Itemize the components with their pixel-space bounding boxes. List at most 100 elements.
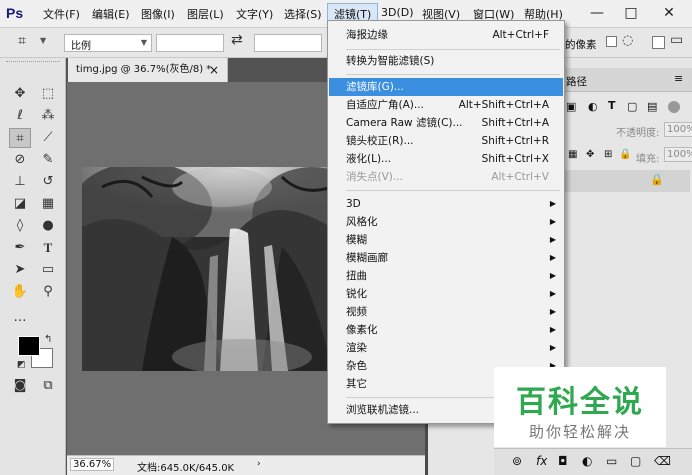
swap-colors-icon[interactable]: ↰	[44, 334, 52, 345]
filter-type-icon[interactable]: T	[608, 99, 616, 112]
panel-icon[interactable]: ▭	[670, 32, 683, 48]
screen-mode-icon[interactable]: ⧉	[37, 376, 59, 396]
menu-item-pixelate[interactable]: 像素化 ▶	[329, 321, 563, 339]
menu-item-lens-correction[interactable]: 镜头校正(R)... Shift+Ctrl+R	[329, 132, 563, 150]
default-colors-icon[interactable]: ◩	[17, 360, 26, 370]
close-window-button[interactable]: ✕	[656, 0, 682, 26]
swap-icon[interactable]: ⇄	[231, 32, 243, 48]
rectangle-icon[interactable]: ▭	[37, 260, 59, 280]
fx-icon[interactable]: fx	[536, 454, 547, 468]
stamp-icon[interactable]: ⊥	[9, 172, 31, 192]
lock-artboard-icon[interactable]: ⊞	[604, 149, 612, 160]
foreground-color[interactable]	[18, 336, 40, 356]
more-tools-icon[interactable]: …	[9, 308, 31, 328]
ratio-select[interactable]: 比例 ▼	[64, 34, 152, 52]
gradient-icon[interactable]: ▦	[37, 194, 59, 214]
menu-item-poster-edges[interactable]: 海报边缘 Alt+Ctrl+F	[329, 26, 563, 44]
filter-shape-icon[interactable]: ▢	[627, 100, 637, 113]
pen-icon[interactable]: ✒	[9, 238, 31, 258]
zoom-level[interactable]: 36.67%	[70, 458, 115, 471]
filter-image-icon[interactable]: ▣	[566, 100, 576, 113]
fill-input[interactable]: 100%	[664, 147, 692, 162]
opacity-input[interactable]: 100%	[664, 122, 692, 137]
submenu-arrow-icon: ▶	[549, 271, 556, 280]
crop-icon[interactable]: ⌗	[18, 33, 26, 49]
photoshop-logo: Ps	[6, 5, 24, 21]
filter-adjust-icon[interactable]: ◐	[588, 100, 598, 113]
menu-item-sharpen[interactable]: 锐化 ▶	[329, 285, 563, 303]
group-icon[interactable]: ▭	[606, 454, 617, 468]
menu-3d[interactable]: 3D(D)	[381, 6, 414, 19]
quick-mask-icon[interactable]: ◙	[9, 376, 31, 396]
chevron-right-icon[interactable]: ›	[257, 459, 261, 469]
menu-item-render[interactable]: 渲染 ▶	[329, 339, 563, 357]
blur-icon[interactable]: ◊	[9, 216, 31, 236]
brush-icon[interactable]: ✎	[37, 150, 59, 170]
settings-icon[interactable]: ◌	[622, 33, 633, 48]
fill-label: 填充:	[636, 154, 660, 165]
waterfall-image[interactable]	[82, 167, 352, 371]
path-select-icon[interactable]: ➤	[9, 260, 31, 280]
menu-item-stylize[interactable]: 风格化 ▶	[329, 213, 563, 231]
tab-paths[interactable]: 路径	[566, 74, 587, 89]
lock-position-icon[interactable]: ✥	[586, 149, 594, 160]
panel-menu-icon[interactable]: ≡	[674, 72, 683, 85]
submenu-arrow-icon: ▶	[549, 235, 556, 244]
menu-item-blur-gallery[interactable]: 模糊画廊 ▶	[329, 249, 563, 267]
menu-item-adaptive-wide-angle[interactable]: 自适应广角(A)... Alt+Shift+Ctrl+A	[329, 96, 563, 114]
menu-item-blur[interactable]: 模糊 ▶	[329, 231, 563, 249]
eyedropper-icon[interactable]: ⟋	[37, 128, 59, 148]
filter-toggle[interactable]	[668, 101, 680, 113]
menu-item-filter-gallery[interactable]: 滤镜库(G)...	[329, 78, 563, 96]
healing-brush-icon[interactable]: ⊘	[9, 150, 31, 170]
submenu-arrow-icon: ▶	[549, 325, 556, 334]
submenu-arrow-icon: ▶	[549, 253, 556, 262]
menu-layer[interactable]: 图层(L)	[187, 6, 224, 22]
menu-file[interactable]: 文件(F)	[43, 6, 80, 22]
type-icon[interactable]: T	[37, 238, 59, 258]
menu-separator	[346, 190, 560, 191]
layers-footer: ⊚ fx ◘ ◐ ▭ ▢ ⌫	[494, 448, 692, 475]
magic-wand-icon[interactable]: ⁂	[37, 106, 59, 126]
menu-image[interactable]: 图像(I)	[141, 6, 175, 22]
lock-all-icon[interactable]: 🔒	[619, 149, 631, 160]
menu-item-camera-raw[interactable]: Camera Raw 滤镜(C)... Shift+Ctrl+A	[329, 114, 563, 132]
link-layers-icon[interactable]: ⊚	[512, 454, 522, 468]
lasso-icon[interactable]: ℓ	[9, 106, 31, 126]
toolbox-grip[interactable]	[6, 61, 60, 64]
menu-item-liquify[interactable]: 液化(L)... Shift+Ctrl+X	[329, 150, 563, 168]
dodge-icon[interactable]: ●	[37, 216, 59, 236]
height-input[interactable]	[254, 34, 322, 52]
menu-item-video[interactable]: 视频 ▶	[329, 303, 563, 321]
layer-row[interactable]: 🔒	[564, 170, 690, 192]
trash-icon[interactable]: ⌫	[654, 454, 671, 468]
menu-select[interactable]: 选择(S)	[284, 6, 322, 22]
eraser-icon[interactable]: ◪	[9, 194, 31, 214]
menu-type[interactable]: 文字(Y)	[236, 6, 273, 22]
lock-pixels-icon[interactable]: ▦	[568, 149, 577, 160]
submenu-arrow-icon: ▶	[549, 199, 556, 208]
hand-icon[interactable]: ✋	[9, 282, 31, 302]
menu-item-3d[interactable]: 3D ▶	[329, 195, 563, 213]
new-layer-icon[interactable]: ▢	[630, 454, 641, 468]
menu-item-distort[interactable]: 扭曲 ▶	[329, 267, 563, 285]
menu-edit[interactable]: 编辑(E)	[92, 6, 130, 22]
chevron-down-icon[interactable]: ▼	[40, 36, 46, 45]
checkbox[interactable]	[606, 36, 617, 47]
filter-smart-icon[interactable]: ▤	[647, 100, 657, 113]
minimize-button[interactable]: —	[584, 0, 610, 26]
menu-item-convert-smart-filter[interactable]: 转换为智能滤镜(S)	[329, 52, 563, 70]
document-tab[interactable]: timg.jpg @ 36.7%(灰色/8) * ×	[68, 58, 228, 82]
content-aware-checkbox[interactable]	[652, 36, 665, 49]
crop-tool-icon[interactable]: ⌗	[9, 128, 31, 148]
history-brush-icon[interactable]: ↺	[37, 172, 59, 192]
move-icon[interactable]: ✥	[9, 84, 31, 104]
add-mask-icon[interactable]: ◘	[558, 454, 568, 468]
width-input[interactable]	[156, 34, 224, 52]
marquee-icon[interactable]: ⬚	[37, 84, 59, 104]
watermark-subtitle: 助你轻松解决	[528, 423, 631, 441]
adjustment-icon[interactable]: ◐	[582, 454, 592, 468]
close-tab-icon[interactable]: ×	[209, 58, 219, 82]
zoom-icon[interactable]: ⚲	[37, 282, 59, 302]
maximize-button[interactable]: □	[618, 0, 644, 26]
